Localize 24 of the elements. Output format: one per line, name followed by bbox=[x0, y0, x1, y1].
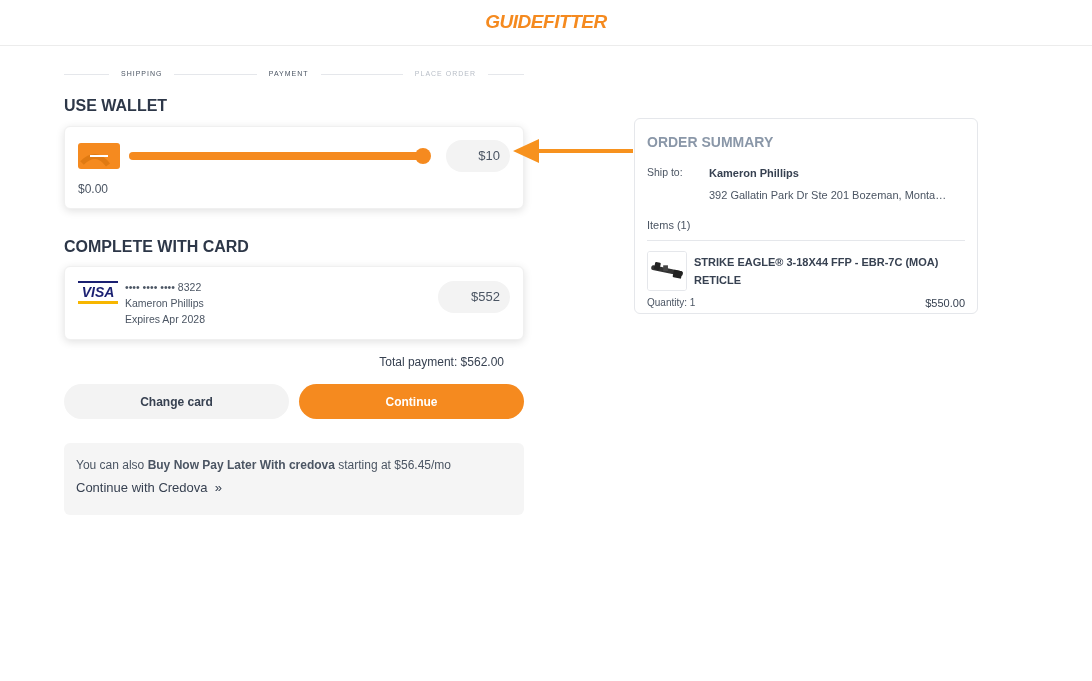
section-title: USE WALLET bbox=[64, 96, 169, 116]
credova-text: You can also Buy Now Pay Later With credova starting at $56.45/mo bbox=[76, 457, 452, 474]
card-expiry: Expires Apr 2028 bbox=[125, 312, 205, 327]
gift-card-icon bbox=[78, 143, 120, 169]
quantity-text: Quantity: 1 bbox=[647, 295, 696, 310]
total-text: Total payment: $562.00 bbox=[379, 354, 504, 371]
card-holder: Kameron Phillips bbox=[125, 296, 205, 311]
product-name: STRIKE EAGLE® 3-18X44 FFP - EBR-7C (MOA) RETICLE bbox=[694, 254, 940, 288]
amount-field[interactable]: $552 bbox=[438, 281, 510, 313]
amount-field[interactable]: $10 bbox=[446, 140, 510, 172]
address-text: 392 Gallatin Park Dr Ste 201 Bozeman, Monta… bbox=[709, 187, 947, 203]
slider-thumb[interactable] bbox=[415, 148, 431, 164]
change-card-button[interactable]: Change card bbox=[64, 384, 289, 419]
slider[interactable] bbox=[129, 148, 431, 164]
section-title: COMPLETE WITH CARD bbox=[64, 237, 250, 257]
credova-link[interactable]: Continue with Credova » bbox=[76, 478, 512, 498]
price-text: $550.00 bbox=[925, 295, 965, 311]
ship-to-label: Ship to: bbox=[647, 165, 684, 180]
card-number: •••• •••• •••• 8322 bbox=[125, 280, 203, 295]
balance-text: $0.00 bbox=[78, 181, 110, 198]
visa-logo: VISA bbox=[78, 281, 118, 304]
summary-title: ORDER SUMMARY bbox=[647, 133, 775, 152]
recipient-name: Kameron Phillips bbox=[709, 166, 800, 181]
items-label: Items (1) bbox=[647, 218, 692, 233]
